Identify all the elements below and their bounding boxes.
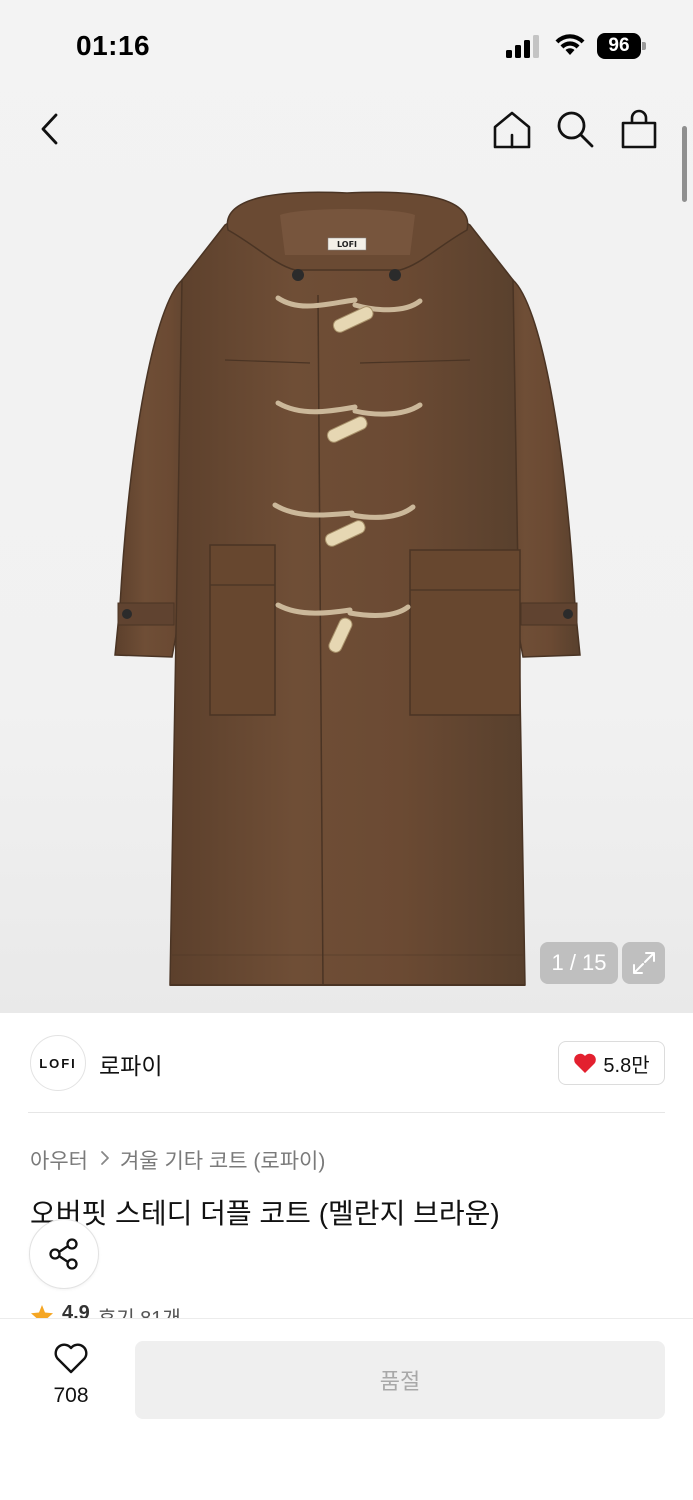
product-title: 오버핏 스테디 더플 코트 (멜란지 브라운) (30, 1198, 500, 1229)
back-icon (41, 113, 58, 145)
brand-row: LOFI 로파이 5.8만 (0, 1013, 693, 1113)
brand-logo[interactable]: LOFI (30, 1035, 86, 1091)
chevron-right-icon (100, 1150, 110, 1171)
bottom-action-bar: 708 품절 (0, 1318, 693, 1500)
search-icon (557, 111, 594, 148)
review-count: 후기 81개 (97, 1308, 181, 1319)
sold-out-button[interactable]: 품절 (135, 1341, 665, 1419)
wishlist-count: 708 (53, 1384, 89, 1407)
status-time: 01:16 (76, 30, 151, 61)
back-button[interactable] (25, 104, 75, 154)
home-icon (493, 111, 531, 149)
brand-like-button[interactable]: 5.8만 (558, 1041, 665, 1085)
brand-logo-text: LOFI (39, 1055, 77, 1071)
wifi-icon (555, 34, 585, 55)
expand-image-button[interactable] (622, 942, 665, 984)
brand-name[interactable]: 로파이 (99, 1047, 162, 1081)
coat-label-text: LOFI (337, 240, 357, 249)
divider (28, 1112, 665, 1113)
share-button[interactable] (29, 1219, 99, 1289)
page-scrollbar[interactable] (682, 126, 687, 202)
battery-indicator: 96 (597, 33, 647, 59)
battery-tip (642, 42, 646, 50)
expand-icon (632, 952, 655, 974)
rating-score: 4.9 (62, 1302, 90, 1319)
breadcrumb: 아우터 겨울 기타 코트 (로파이) (30, 1145, 325, 1175)
product-image-gallery[interactable]: 01:16 96 LOFI 1 / 15 (0, 0, 693, 1013)
heart-outline-icon (54, 1343, 88, 1374)
product-image: LOFI (114, 191, 581, 986)
status-bar: 01:16 96 (0, 0, 693, 92)
brand-like-count: 5.8만 (603, 1054, 650, 1077)
breadcrumb-category[interactable]: 아우터 (30, 1145, 88, 1175)
battery-level: 96 (597, 33, 641, 59)
cart-button[interactable] (614, 104, 664, 154)
wishlist-button[interactable]: 708 (40, 1343, 102, 1413)
star-icon (31, 1305, 53, 1319)
breadcrumb-subcategory[interactable]: 겨울 기타 코트 (로파이) (120, 1145, 325, 1175)
search-button[interactable] (550, 104, 600, 154)
home-button[interactable] (487, 105, 537, 155)
rating-summary[interactable]: 4.9 후기 81개 (30, 1302, 181, 1319)
shopping-bag-icon (621, 109, 657, 149)
share-icon (49, 1238, 78, 1270)
image-counter: 1 / 15 (540, 942, 618, 984)
heart-filled-icon (574, 1053, 597, 1073)
cellular-signal-icon (506, 35, 539, 58)
